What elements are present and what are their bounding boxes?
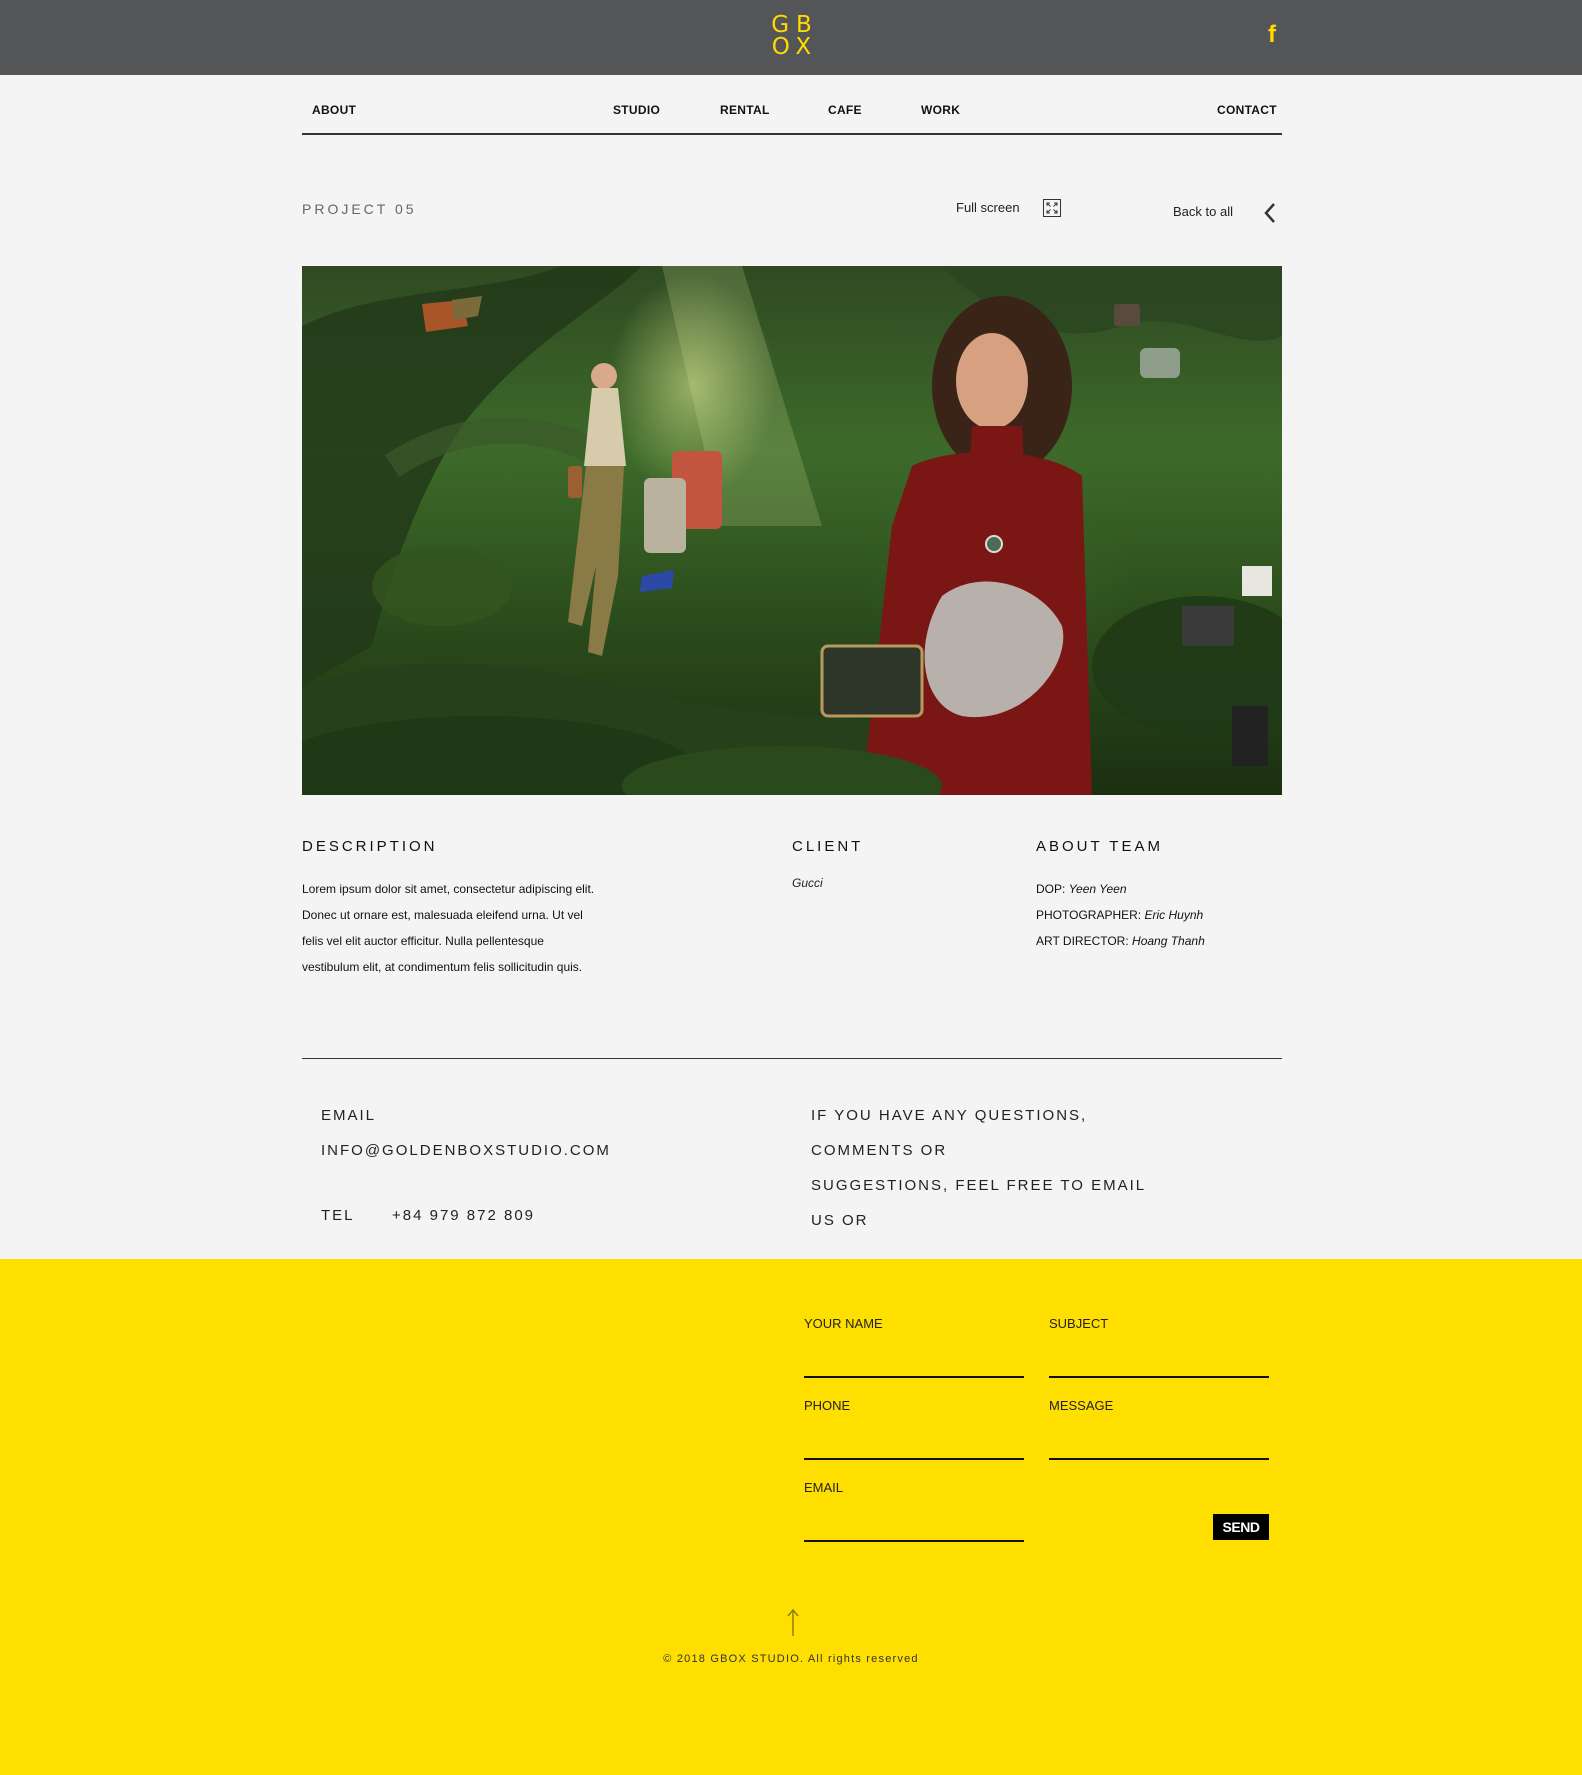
message-label: MESSAGE	[1049, 1398, 1114, 1413]
facebook-icon[interactable]: f	[1263, 22, 1281, 48]
contact-tel-value[interactable]: +84 979 872 809	[392, 1207, 535, 1224]
email-field: EMAIL	[804, 1480, 1028, 1542]
logo-line-2: OX	[771, 34, 819, 60]
section-divider	[302, 1058, 1282, 1059]
team-role: DOP:	[1036, 882, 1066, 896]
contact-tel-label: TEL	[321, 1207, 355, 1224]
client-name: Gucci	[792, 876, 823, 890]
about-team-heading: ABOUT TEAM	[1036, 838, 1163, 855]
project-hero-image	[302, 266, 1282, 795]
description-line: felis vel elit auctor efficitur. Nulla p…	[302, 934, 544, 948]
team-name: Eric Huynh	[1144, 908, 1204, 922]
team-role: ART DIRECTOR:	[1036, 934, 1129, 948]
email-input[interactable]	[804, 1512, 1028, 1540]
project-title: PROJECT 05	[302, 201, 417, 217]
footer-section	[0, 1259, 1582, 1775]
contact-message-line: IF YOU HAVE ANY QUESTIONS,	[811, 1107, 1088, 1124]
description-line: Donec ut ornare est, malesuada eleifend …	[302, 908, 583, 922]
contact-email-label: EMAIL	[321, 1107, 377, 1124]
hero-illustration	[302, 266, 1282, 795]
contact-message-line: US OR	[811, 1212, 869, 1229]
contact-email-value[interactable]: INFO@GOLDENBOXSTUDIO.COM	[321, 1142, 611, 1159]
nav-item-work[interactable]: WORK	[921, 103, 960, 117]
phone-label: PHONE	[804, 1398, 851, 1413]
description-heading: DESCRIPTION	[302, 838, 438, 855]
top-bar: GB OX f	[0, 0, 1582, 75]
team-role: PHOTOGRAPHER:	[1036, 908, 1142, 922]
team-member: DOP: Yeen Yeen	[1036, 876, 1205, 902]
back-to-all-link[interactable]: Back to all	[1173, 204, 1233, 219]
chevron-left-icon[interactable]	[1263, 202, 1277, 224]
expand-icon[interactable]	[1043, 199, 1061, 217]
subject-field: SUBJECT	[1049, 1316, 1273, 1378]
message-field: MESSAGE	[1049, 1398, 1273, 1460]
contact-message-line: COMMENTS OR	[811, 1142, 948, 1159]
nav-item-cafe[interactable]: CAFE	[828, 103, 862, 117]
description-text: Lorem ipsum dolor sit amet, consectetur …	[302, 876, 632, 980]
send-button[interactable]: SEND	[1213, 1514, 1269, 1540]
fullscreen-link[interactable]: Full screen	[956, 200, 1020, 215]
nav-item-studio[interactable]: STUDIO	[613, 103, 660, 117]
your-name-label: YOUR NAME	[804, 1316, 883, 1331]
team-list: DOP: Yeen Yeen PHOTOGRAPHER: Eric Huynh …	[1036, 876, 1205, 954]
gbox-logo[interactable]: GB OX	[771, 14, 819, 60]
team-name: Hoang Thanh	[1132, 934, 1205, 948]
subject-label: SUBJECT	[1049, 1316, 1109, 1331]
contact-message-line: SUGGESTIONS, FEEL FREE TO EMAIL	[811, 1177, 1147, 1194]
message-input[interactable]	[1049, 1430, 1273, 1458]
phone-input[interactable]	[804, 1430, 1028, 1458]
nav-item-rental[interactable]: RENTAL	[720, 103, 770, 117]
nav-item-about[interactable]: ABOUT	[312, 103, 356, 117]
your-name-field: YOUR NAME	[804, 1316, 1028, 1378]
description-line: Lorem ipsum dolor sit amet, consectetur …	[302, 882, 595, 896]
email-label: EMAIL	[804, 1480, 844, 1495]
subject-input[interactable]	[1049, 1348, 1273, 1376]
phone-field: PHONE	[804, 1398, 1028, 1460]
logo-line-1: GB	[771, 12, 819, 38]
team-member: ART DIRECTOR: Hoang Thanh	[1036, 928, 1205, 954]
team-member: PHOTOGRAPHER: Eric Huynh	[1036, 902, 1205, 928]
team-name: Yeen Yeen	[1068, 882, 1127, 896]
nav-item-contact[interactable]: CONTACT	[1217, 103, 1277, 117]
copyright-text: © 2018 GBOX STUDIO. All rights reserved	[663, 1653, 919, 1665]
arrow-up-icon[interactable]	[786, 1608, 800, 1638]
your-name-input[interactable]	[804, 1348, 1028, 1376]
description-line: vestibulum elit, at condimentum felis so…	[302, 960, 583, 974]
client-heading: CLIENT	[792, 838, 864, 855]
main-nav: ABOUT STUDIO RENTAL CAFE WORK CONTACT	[302, 75, 1282, 135]
